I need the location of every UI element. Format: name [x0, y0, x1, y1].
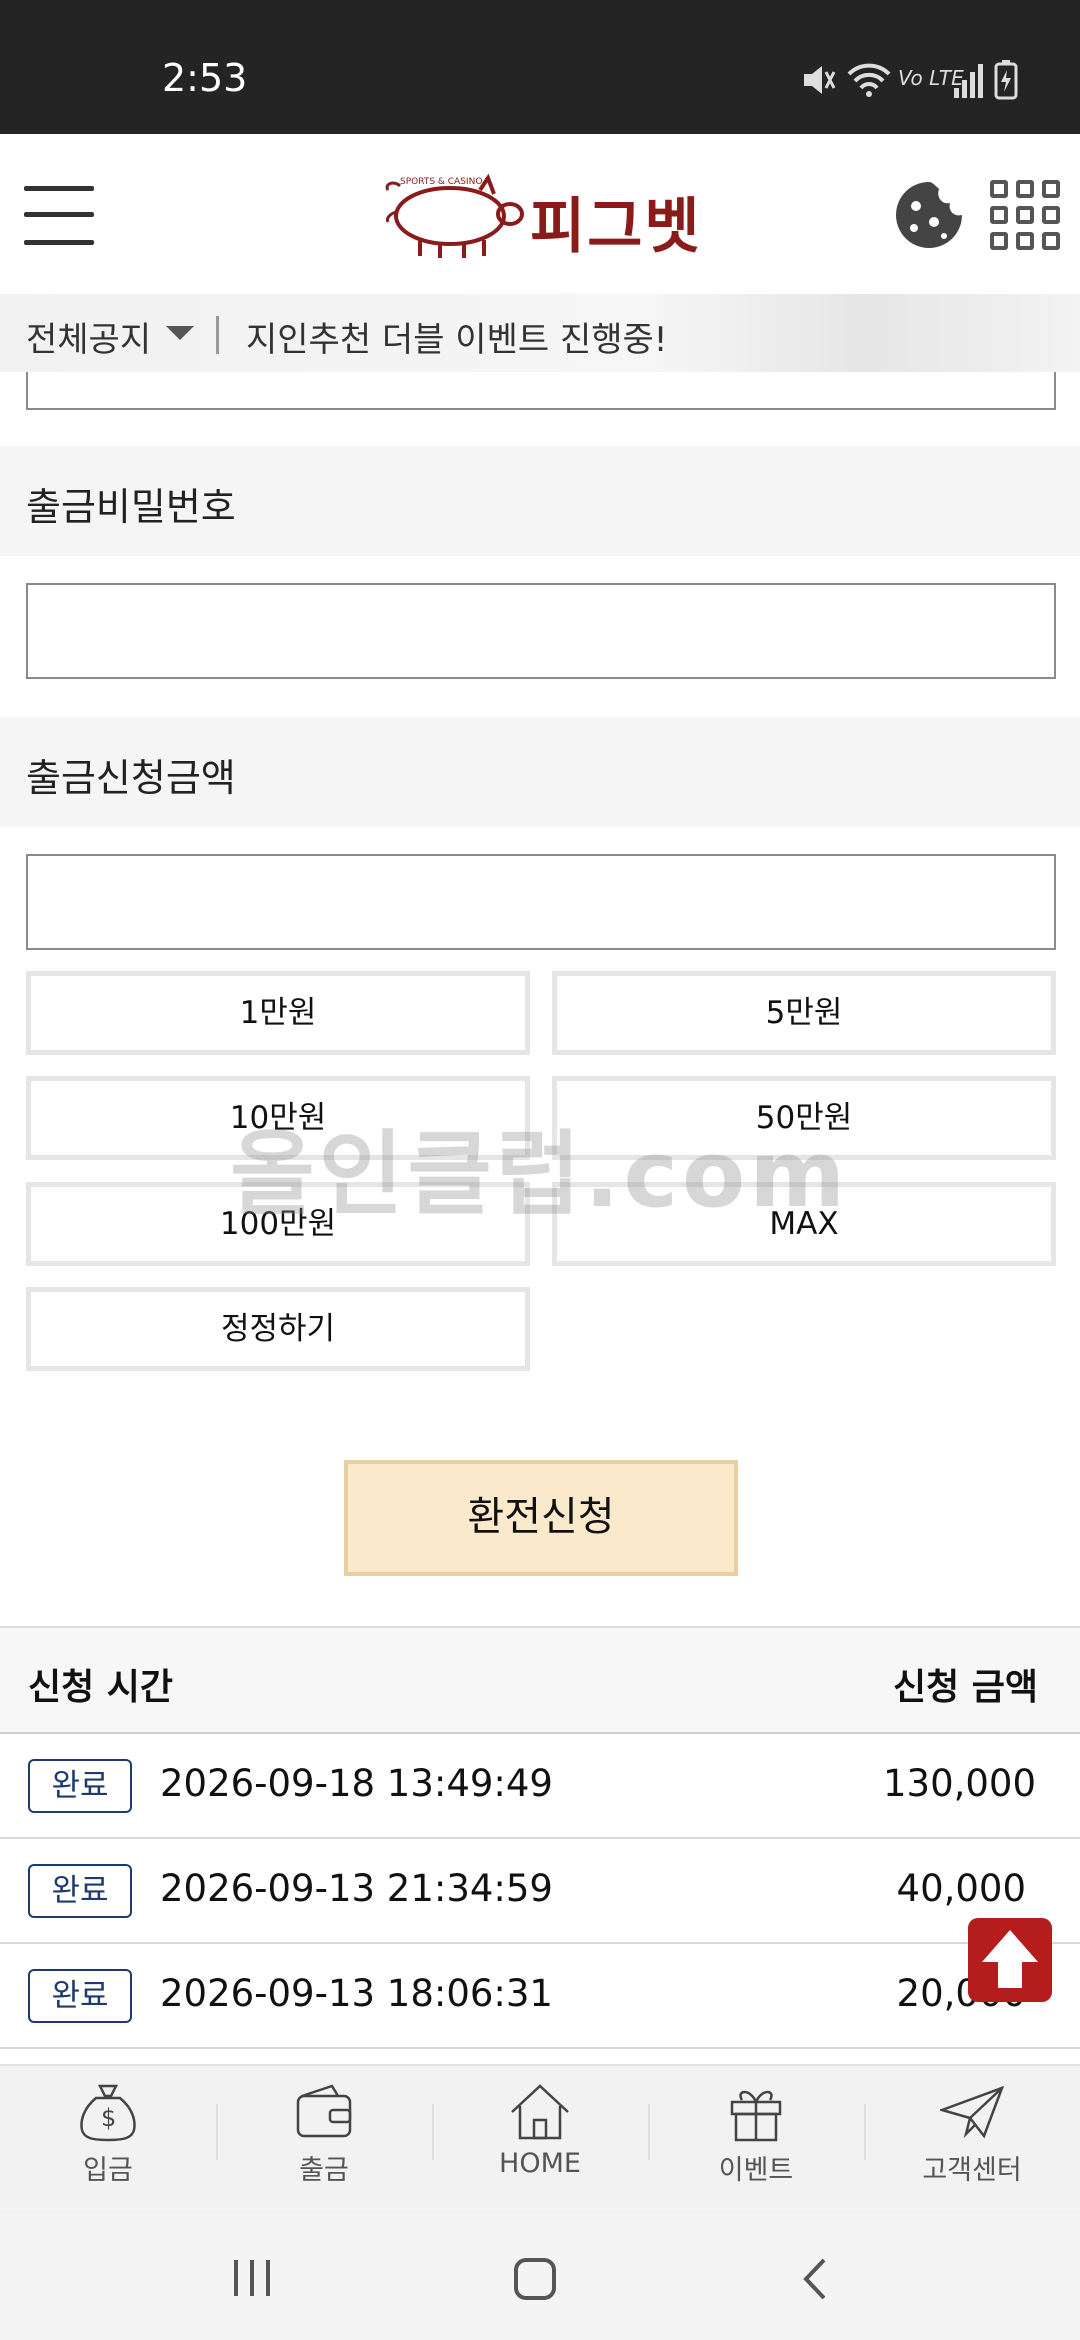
hamburger-menu-icon[interactable] — [24, 182, 94, 248]
signal-icon — [954, 64, 983, 98]
cookie-icon[interactable] — [894, 180, 964, 250]
nav-label: 이벤트 — [718, 2155, 794, 2186]
col-header-time: 신청 시간 — [28, 1667, 174, 1708]
paper-plane-icon — [940, 2085, 1004, 2139]
svg-text:$: $ — [101, 2104, 116, 2132]
house-icon — [511, 2084, 569, 2140]
scroll-to-top-button[interactable] — [968, 1918, 1052, 2002]
nav-withdraw[interactable]: 출금 — [216, 2080, 432, 2200]
amount-section-header: 출금신청금액 — [0, 717, 1080, 827]
nav-home[interactable]: HOME — [432, 2080, 648, 2200]
gift-icon — [730, 2090, 782, 2142]
nav-label: 입금 — [83, 2155, 133, 2186]
status-badge: 완료 — [28, 1969, 132, 2023]
row-time: 2026-09-18 13:49:49 — [160, 1762, 553, 1805]
nav-label: 고객센터 — [922, 2155, 1022, 2186]
row-time: 2026-09-13 18:06:31 — [160, 1972, 553, 2015]
logo-text: 피그벳 — [530, 192, 702, 262]
site-logo[interactable]: SPORTS & CASINO 피그벳 — [380, 168, 710, 264]
apps-grid-icon[interactable] — [990, 180, 1060, 250]
password-section-header: 출금비밀번호 — [0, 446, 1080, 556]
nav-deposit[interactable]: $ 입금 — [0, 2080, 216, 2200]
status-time: 2:53 — [162, 56, 248, 100]
row-amount: 40,000 — [896, 1867, 1026, 1910]
money-bag-icon: $ — [80, 2084, 136, 2142]
notice-category-dropdown[interactable]: 전체공지 — [26, 312, 151, 361]
arrow-up-icon — [982, 1930, 1038, 1988]
wifi-icon — [847, 63, 891, 97]
home-button-icon[interactable] — [512, 2256, 558, 2302]
mute-icon — [804, 66, 836, 94]
amount-label: 출금신청금액 — [26, 756, 236, 800]
withdraw-password-input[interactable] — [26, 583, 1056, 679]
wallet-icon — [296, 2084, 352, 2138]
exchange-request-button[interactable]: 환전신청 — [344, 1460, 738, 1576]
amount-1man-button[interactable]: 1만원 — [26, 971, 530, 1055]
withdraw-amount-input[interactable] — [26, 854, 1056, 950]
chevron-down-icon[interactable] — [166, 326, 194, 340]
nav-label: HOME — [499, 2148, 581, 2179]
nav-label: 출금 — [299, 2155, 349, 2186]
watermark: 올인클럽.com — [230, 1121, 850, 1228]
nav-event[interactable]: 이벤트 — [648, 2080, 864, 2200]
nav-support[interactable]: 고객센터 — [864, 2080, 1080, 2200]
logo-tagline: SPORTS & CASINO — [400, 177, 482, 187]
col-header-amount: 신청 금액 — [892, 1667, 1038, 1708]
password-label: 출금비밀번호 — [26, 485, 236, 529]
reset-amount-button[interactable]: 정정하기 — [26, 1287, 530, 1371]
account-field-partial[interactable] — [26, 372, 1056, 410]
amount-5man-button[interactable]: 5만원 — [552, 971, 1056, 1055]
row-amount: 130,000 — [882, 1762, 1036, 1805]
pig-logo-icon: SPORTS & CASINO — [385, 173, 524, 258]
back-icon[interactable] — [800, 2256, 830, 2302]
status-badge: 완료 — [28, 1864, 132, 1918]
notice-ticker-text[interactable]: 지인추천 더블 이벤트 진행중! — [246, 312, 667, 361]
recent-apps-icon[interactable] — [232, 2256, 272, 2300]
status-badge: 완료 — [28, 1759, 132, 1813]
battery-icon — [994, 60, 1018, 100]
row-time: 2026-09-13 21:34:59 — [160, 1867, 553, 1910]
divider — [216, 316, 219, 354]
